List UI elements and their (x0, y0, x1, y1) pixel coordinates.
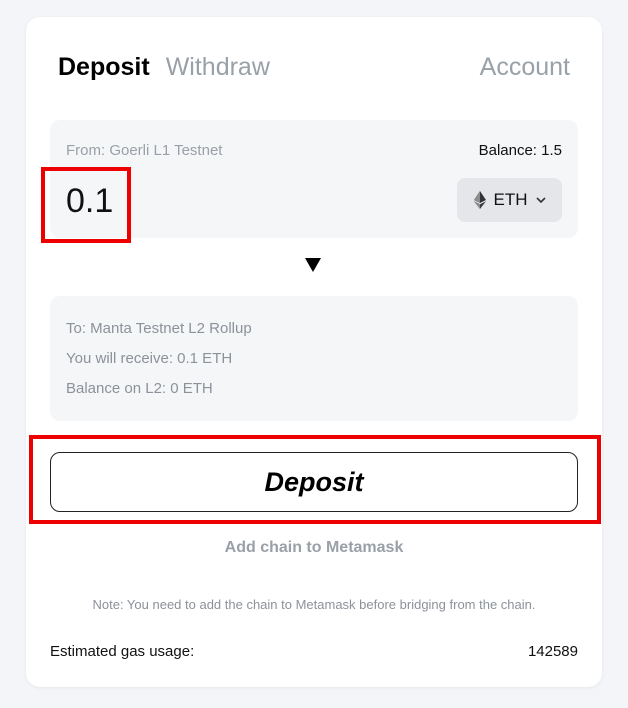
bridge-card: Deposit Withdraw Account From: Goerli L1… (26, 17, 602, 687)
deposit-button-label: Deposit (264, 466, 364, 497)
from-network-label: From: Goerli L1 Testnet (66, 142, 223, 159)
tab-withdraw[interactable]: Withdraw (166, 53, 270, 82)
gas-usage-label: Estimated gas usage: (50, 643, 195, 660)
add-chain-link[interactable]: Add chain to Metamask (26, 539, 602, 557)
token-select[interactable]: ETH (457, 178, 562, 222)
tab-account[interactable]: Account (480, 53, 570, 82)
deposit-button[interactable]: Deposit (50, 452, 578, 512)
tab-bar: Deposit Withdraw Account (58, 53, 570, 87)
ethereum-icon (473, 191, 486, 209)
metamask-note: Note: You need to add the chain to Metam… (92, 597, 536, 612)
l2-balance: Balance on L2: 0 ETH (66, 380, 213, 397)
to-panel: To: Manta Testnet L2 Rollup You will rec… (50, 296, 578, 421)
l1-balance: Balance: 1.5 (478, 142, 562, 159)
amount-highlight-box (41, 167, 131, 243)
destination-network-label: To: Manta Testnet L2 Rollup (66, 320, 252, 337)
receive-amount: You will receive: 0.1 ETH (66, 350, 233, 367)
tab-deposit[interactable]: Deposit (58, 53, 150, 82)
chevron-down-icon (535, 197, 546, 203)
arrow-down-icon (305, 258, 321, 272)
gas-usage-value: 142589 (527, 643, 578, 660)
token-label: ETH (493, 190, 528, 209)
